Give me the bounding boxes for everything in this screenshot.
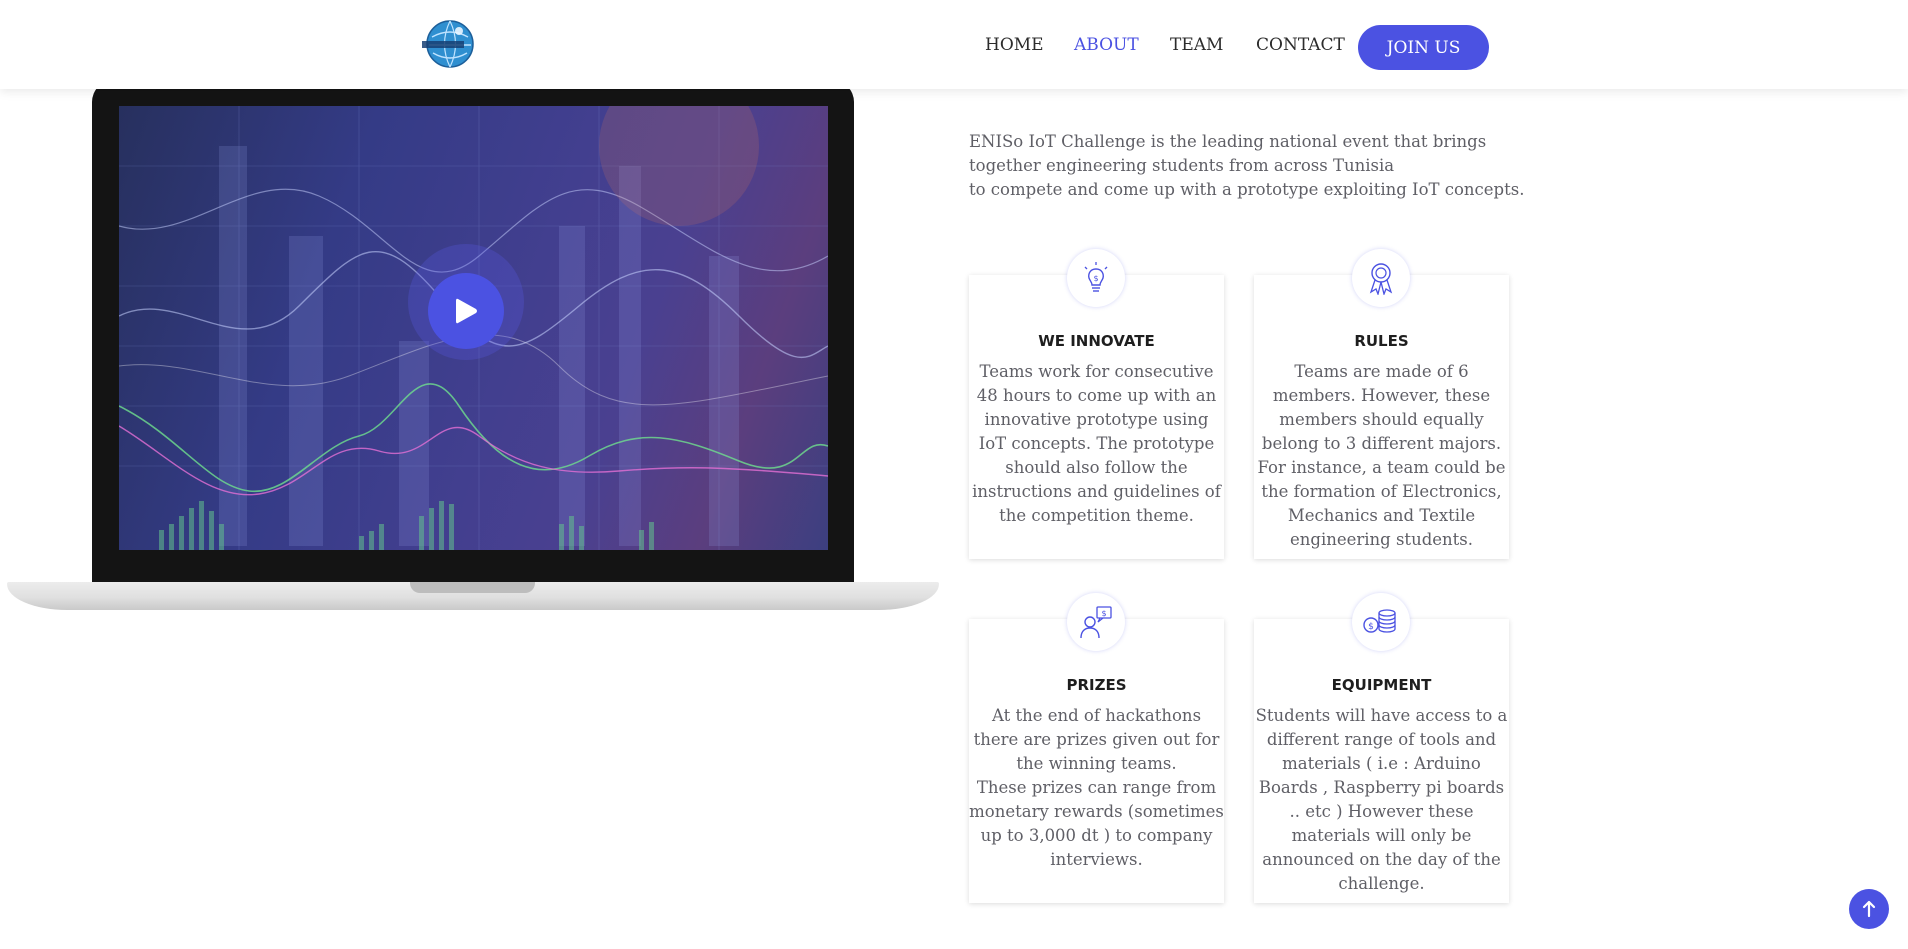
svg-text:$: $ <box>1093 274 1098 283</box>
nav-about[interactable]: ABOUT <box>1074 35 1139 55</box>
feature-title: RULES <box>1354 332 1409 350</box>
feature-text: At the end of hackathons there are prize… <box>969 706 1224 869</box>
feature-card-equipment: EQUIPMENT Students will have access to a… <box>1254 619 1509 903</box>
join-us-button[interactable]: JOIN US <box>1358 25 1489 70</box>
play-icon <box>456 298 477 324</box>
globe-logo-icon[interactable] <box>419 19 479 69</box>
nav-team[interactable]: TEAM <box>1170 35 1223 55</box>
play-button[interactable] <box>428 273 504 349</box>
feature-title: WE INNOVATE <box>1038 332 1155 350</box>
feature-card-innovate: WE INNOVATE Teams work for consecutive 4… <box>969 275 1224 559</box>
site-header: HOME ABOUT TEAM CONTACT JOIN US <box>0 0 1908 89</box>
arrow-up-icon <box>1862 900 1876 918</box>
award-ribbon-icon <box>1352 249 1410 307</box>
svg-text:$: $ <box>1101 609 1106 618</box>
feature-text: Students will have access to a different… <box>1255 706 1508 893</box>
nav-contact[interactable]: CONTACT <box>1256 35 1345 55</box>
nav-home[interactable]: HOME <box>985 35 1044 55</box>
svg-text:$: $ <box>1368 622 1374 632</box>
intro-text: ENISo IoT Challenge is the leading natio… <box>969 132 1525 199</box>
feature-title: PRIZES <box>1066 676 1127 694</box>
coins-icon: $ <box>1352 593 1410 651</box>
feature-text: Teams are made of 6 members. However, th… <box>1257 362 1506 549</box>
person-money-icon: $ <box>1067 593 1125 651</box>
feature-card-rules: RULES Teams are made of 6 members. Howev… <box>1254 275 1509 559</box>
feature-card-prizes: PRIZES At the end of hackathons there ar… <box>969 619 1224 903</box>
laptop-notch <box>410 582 535 593</box>
feature-title: EQUIPMENT <box>1331 676 1432 694</box>
scroll-to-top-button[interactable] <box>1849 889 1889 929</box>
lightbulb-dollar-icon: $ <box>1067 249 1125 307</box>
feature-text: Teams work for consecutive 48 hours to c… <box>972 362 1221 525</box>
